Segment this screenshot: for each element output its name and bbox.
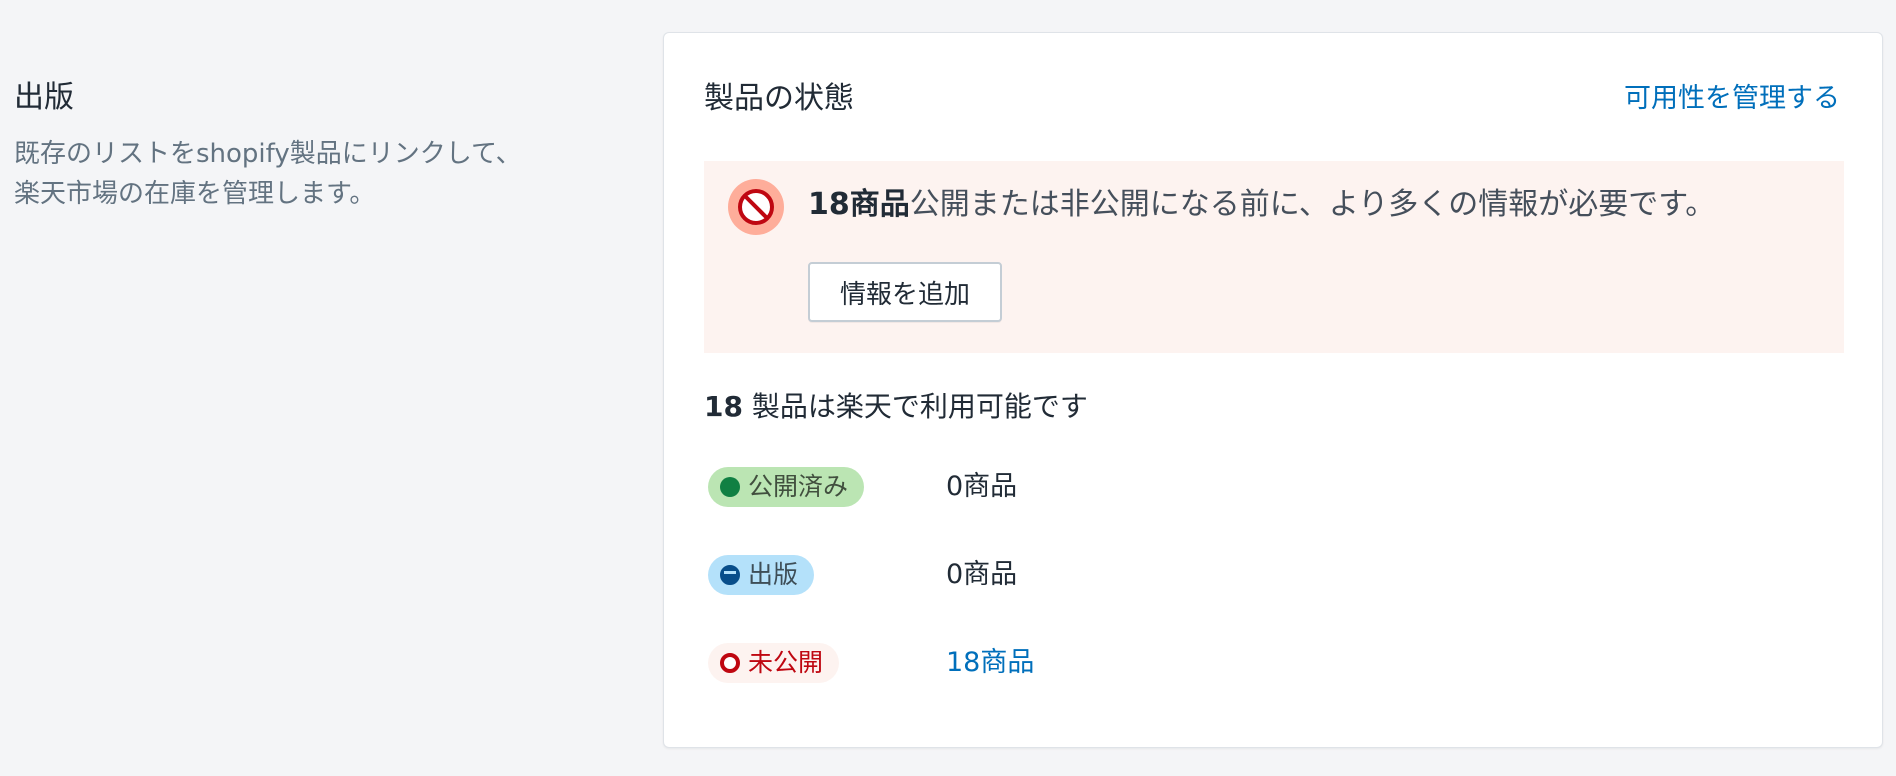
manage-availability-link[interactable]: 可用性を管理する <box>1624 75 1840 123</box>
status-row-published: 公開済み 0商品 <box>708 467 1308 511</box>
prohibited-icon <box>728 179 784 235</box>
publishing-badge-label: 出版 <box>748 560 799 589</box>
incomplete-ring-icon <box>720 653 740 673</box>
complete-dot-icon <box>720 477 740 497</box>
published-count: 0商品 <box>946 471 1018 502</box>
publishing-count: 0商品 <box>946 559 1018 590</box>
publishing-badge: 出版 <box>708 555 815 595</box>
banner-message: 18商品公開または非公開になる前に、より多くの情報が必要です。 <box>808 181 1824 229</box>
product-status-card: 製品の状態 可用性を管理する 18商品公開または非公開になる前に、より多くの情報… <box>663 32 1883 748</box>
partial-dot-icon <box>720 565 740 585</box>
unpublished-badge-label: 未公開 <box>748 648 824 677</box>
unpublished-badge: 未公開 <box>708 643 840 683</box>
section-title: 出版 <box>14 80 74 115</box>
section-description-line-2: 楽天市場の在庫を管理します。 <box>14 179 376 209</box>
status-row-unpublished: 未公開 18商品 <box>708 643 1308 687</box>
unpublished-count-link[interactable]: 18商品 <box>946 643 1034 683</box>
card-title: 製品の状態 <box>704 81 854 116</box>
section-description-line-1: 既存のリストをshopify製品にリンクして、 <box>14 139 522 169</box>
published-badge: 公開済み <box>708 467 865 507</box>
section-description: 既存のリストをshopify製品にリンクして、 楽天市場の在庫を管理します。 <box>14 134 614 214</box>
add-information-button[interactable]: 情報を追加 <box>808 262 1002 322</box>
banner-count: 18商品 <box>808 187 910 222</box>
status-row-publishing: 出版 0商品 <box>708 555 1308 599</box>
banner-message-text: 公開または非公開になる前に、より多くの情報が必要です。 <box>909 187 1716 222</box>
critical-banner: 18商品公開または非公開になる前に、より多くの情報が必要です。 情報を追加 <box>704 161 1844 353</box>
published-badge-label: 公開済み <box>748 472 849 501</box>
availability-summary: 18 製品は楽天で利用可能です <box>704 383 1088 431</box>
section-annotation: 出版 既存のリストをshopify製品にリンクして、 楽天市場の在庫を管理します… <box>14 74 614 214</box>
availability-text: 製品は楽天で利用可能です <box>742 390 1088 423</box>
card-header: 製品の状態 可用性を管理する <box>704 75 1840 123</box>
availability-count: 18 <box>704 390 743 423</box>
